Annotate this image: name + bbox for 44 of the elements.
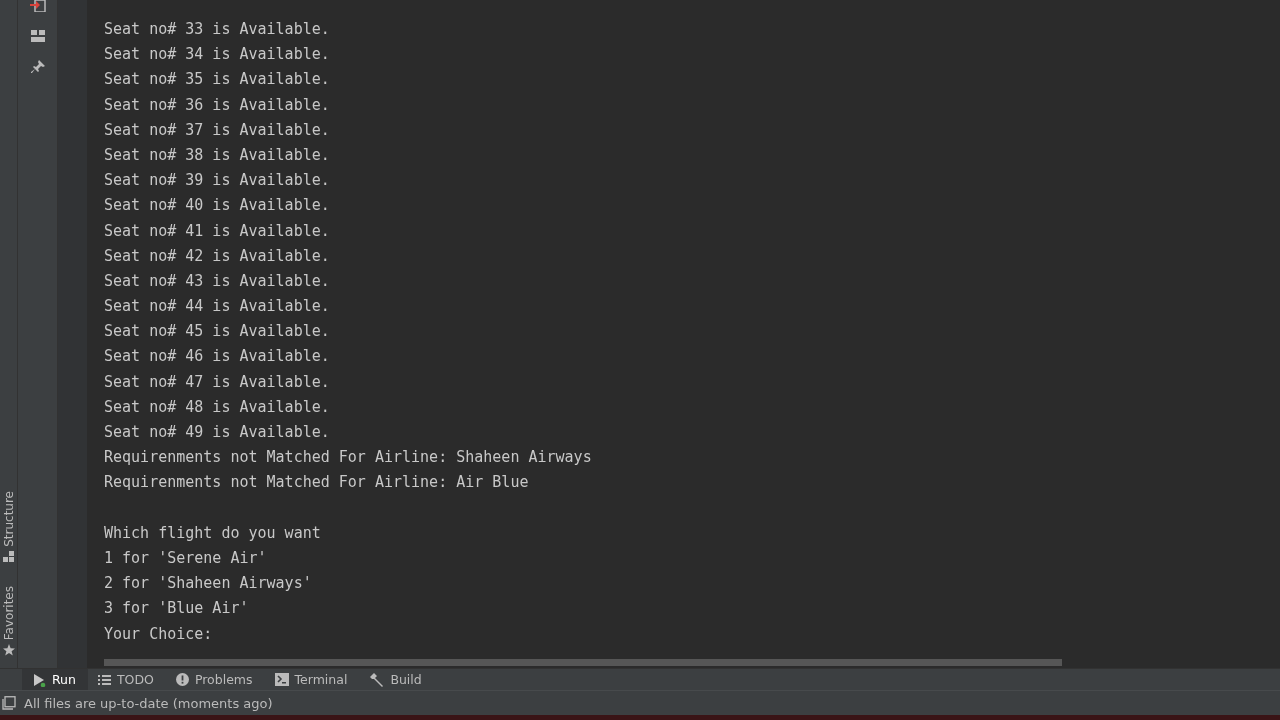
structure-icon <box>3 550 14 562</box>
terminal-icon <box>274 673 289 686</box>
run-icon <box>32 672 46 687</box>
console-line: Seat no# 38 is Available. <box>104 144 330 166</box>
console-line: Requirenments not Matched For Airline: Air Blue <box>104 472 529 494</box>
console-line: Which flight do you want <box>104 522 321 544</box>
console-line: Seat no# 41 is Available. <box>104 220 330 242</box>
console-line: Seat no# 43 is Available. <box>104 270 330 292</box>
tool-tab[interactable]: Build <box>359 669 434 690</box>
pin-icon[interactable] <box>30 60 45 74</box>
console-line: Seat no# 37 is Available. <box>104 119 330 141</box>
hammer-icon <box>369 672 385 687</box>
tool-tab[interactable]: Run <box>22 669 88 690</box>
warning-icon <box>175 673 189 686</box>
console-line: Seat no# 34 is Available. <box>104 44 330 66</box>
console-line: Seat no# 35 is Available. <box>104 69 330 91</box>
side-tab[interactable]: Favorites <box>1 585 16 656</box>
console-line: Requirenments not Matched For Airline: Shaheen Airways <box>104 447 592 469</box>
console-line: Seat no# 45 is Available. <box>104 321 330 343</box>
console-line: Seat no# 36 is Available. <box>104 94 330 116</box>
console-line: Seat no# 46 is Available. <box>104 346 330 368</box>
status-message: All files are up-to-date (moments ago) <box>24 695 273 711</box>
console-line: Seat no# 47 is Available. <box>104 371 330 393</box>
console-line: Seat no# 42 is Available. <box>104 245 330 267</box>
console-line: 3 for 'Blue Air' <box>104 598 249 620</box>
side-tab[interactable]: Structure <box>1 490 16 562</box>
star-icon <box>2 644 15 656</box>
console-line: Your Choice: <box>104 623 213 645</box>
scrollbar-thumb[interactable] <box>104 659 1062 666</box>
console-line: 2 for 'Shaheen Airways' <box>104 573 312 595</box>
console-line: Seat no# 48 is Available. <box>104 396 330 418</box>
console-line: Seat no# 40 is Available. <box>104 195 330 217</box>
tool-tab[interactable]: TODO <box>87 669 166 690</box>
console-line: Seat no# 49 is Available. <box>104 422 330 443</box>
console-line: Seat no# 44 is Available. <box>104 296 330 318</box>
console-line: 1 for 'Serene Air' <box>104 547 267 569</box>
tool-tab[interactable]: Problems <box>165 669 265 690</box>
windows-icon[interactable] <box>2 696 16 710</box>
console-line: Seat no# 39 is Available. <box>104 170 330 192</box>
tool-tab[interactable]: Terminal <box>264 669 360 690</box>
list-icon <box>97 673 111 686</box>
layout-icon[interactable] <box>30 30 45 42</box>
console-line: Seat no# 33 is Available. <box>104 19 330 40</box>
exit-icon[interactable] <box>29 0 46 12</box>
